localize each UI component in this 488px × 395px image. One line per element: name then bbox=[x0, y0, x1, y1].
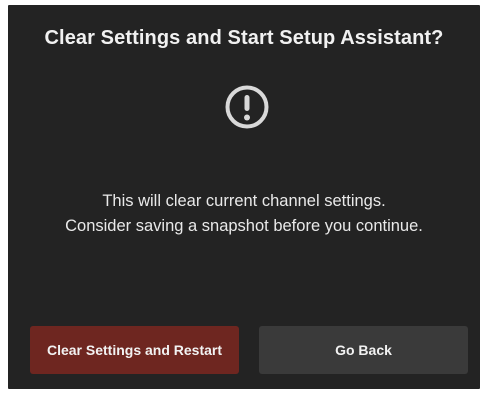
message-line-1: This will clear current channel settings… bbox=[102, 192, 386, 210]
go-back-button[interactable]: Go Back bbox=[259, 326, 468, 374]
clear-settings-dialog: Clear Settings and Start Setup Assistant… bbox=[8, 5, 480, 389]
dialog-message: This will clear current channel settings… bbox=[8, 189, 480, 239]
message-line-2: Consider saving a snapshot before you co… bbox=[65, 217, 423, 235]
dialog-title: Clear Settings and Start Setup Assistant… bbox=[44, 27, 444, 49]
clear-settings-and-restart-button[interactable]: Clear Settings and Restart bbox=[30, 326, 239, 374]
exclamation-circle-icon bbox=[225, 85, 269, 129]
